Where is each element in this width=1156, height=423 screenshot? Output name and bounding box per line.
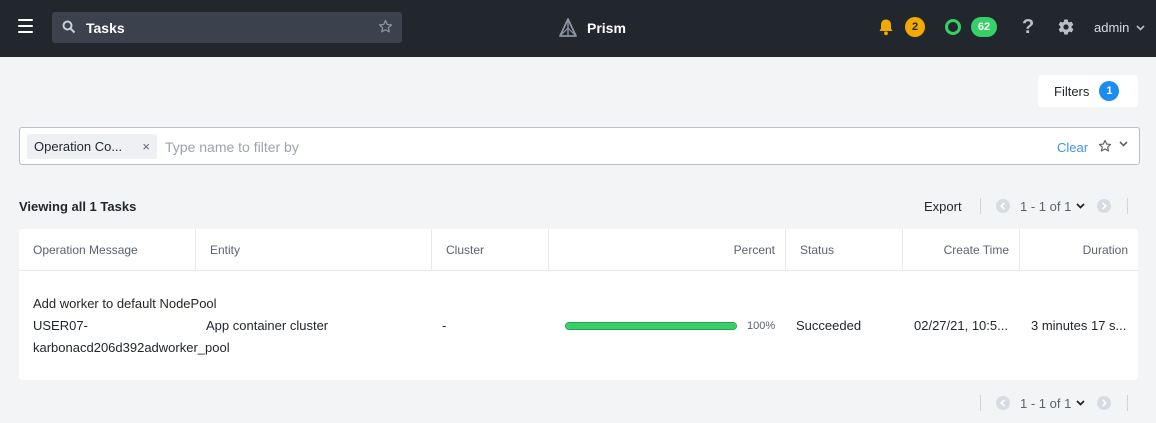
divider — [1127, 395, 1129, 411]
filter-chip[interactable]: Operation Co... × — [27, 134, 157, 159]
prev-page-icon[interactable] — [996, 199, 1010, 213]
user-menu[interactable]: admin — [1094, 20, 1145, 35]
divider — [980, 198, 981, 214]
progress: 100% — [565, 272, 780, 380]
prev-page-icon[interactable] — [996, 396, 1010, 410]
column-header[interactable]: Cluster — [432, 229, 549, 271]
divider — [1127, 198, 1129, 214]
results-count: Viewing all 1 Tasks — [19, 199, 137, 214]
hamburger-menu-icon[interactable] — [18, 19, 33, 33]
filters-label: Filters — [1054, 83, 1090, 99]
page-range: 1 - 1 of 1 — [1020, 198, 1072, 214]
column-header[interactable]: Percent — [549, 229, 786, 271]
clear-filters-link[interactable]: Clear — [1057, 140, 1088, 155]
chevron-down-icon[interactable] — [1119, 141, 1128, 147]
search-input[interactable] — [86, 12, 366, 43]
app-brand[interactable]: Prism — [559, 16, 626, 40]
percent-label: 100% — [747, 320, 776, 332]
export-button[interactable]: Export — [924, 199, 962, 214]
filter-chip-label: Operation Co... — [34, 139, 123, 154]
column-header[interactable]: Status — [786, 229, 903, 271]
filter-input[interactable] — [165, 137, 665, 157]
top-navigation-bar: Prism 2 62 ? admin — [0, 0, 1156, 57]
cluster: - — [442, 318, 447, 333]
filters-count-badge: 1 — [1099, 81, 1120, 101]
health-ring-icon[interactable] — [945, 19, 961, 35]
filter-bar: Operation Co... × Clear — [19, 127, 1140, 165]
app-name: Prism — [587, 20, 626, 36]
create-time: 02/27/21, 10:5... — [914, 318, 1008, 333]
column-header[interactable]: Duration — [1020, 229, 1138, 271]
chip-remove-icon[interactable]: × — [142, 139, 150, 154]
next-page-icon[interactable] — [1097, 199, 1112, 213]
duration: 3 minutes 17 s... — [1031, 318, 1127, 333]
global-search[interactable] — [52, 12, 402, 43]
chevron-down-icon — [1136, 24, 1145, 31]
table-row[interactable]: Add worker to default NodePool USER07-ka… — [19, 272, 1138, 380]
progress-bar — [565, 322, 737, 330]
page-range: 1 - 1 of 1 — [1020, 395, 1072, 411]
user-name: admin — [1094, 20, 1130, 35]
star-icon[interactable] — [1098, 139, 1112, 153]
prism-logo-icon — [559, 18, 577, 37]
next-page-icon[interactable] — [1097, 396, 1112, 410]
chevron-down-icon[interactable] — [1076, 203, 1085, 209]
column-header[interactable]: Create Time — [903, 229, 1020, 271]
bell-icon[interactable] — [878, 18, 894, 36]
operation-message: Add worker to default NodePool USER07-ka… — [33, 296, 230, 355]
tasks-table: Operation Message Entity Cluster Percent… — [19, 229, 1138, 380]
column-header[interactable]: Entity — [196, 229, 432, 271]
filters-button[interactable]: Filters 1 — [1038, 75, 1138, 107]
pagination-top: 1 - 1 of 1 — [980, 198, 1129, 214]
chevron-down-icon[interactable] — [1076, 400, 1085, 406]
pagination-bottom: 1 - 1 of 1 — [980, 395, 1129, 411]
column-header[interactable]: Operation Message — [19, 229, 196, 271]
alert-count-badge[interactable]: 2 — [905, 17, 925, 37]
divider — [980, 395, 981, 411]
search-icon — [62, 20, 76, 34]
table-header: Operation Message Entity Cluster Percent… — [19, 229, 1138, 271]
health-count-badge[interactable]: 62 — [971, 17, 997, 37]
progress-fill — [566, 323, 736, 329]
gear-icon[interactable] — [1057, 18, 1075, 36]
help-icon[interactable]: ? — [1022, 15, 1034, 39]
status: Succeeded — [796, 318, 862, 333]
entity[interactable]: App container cluster — [206, 272, 426, 380]
star-icon[interactable] — [378, 19, 393, 34]
